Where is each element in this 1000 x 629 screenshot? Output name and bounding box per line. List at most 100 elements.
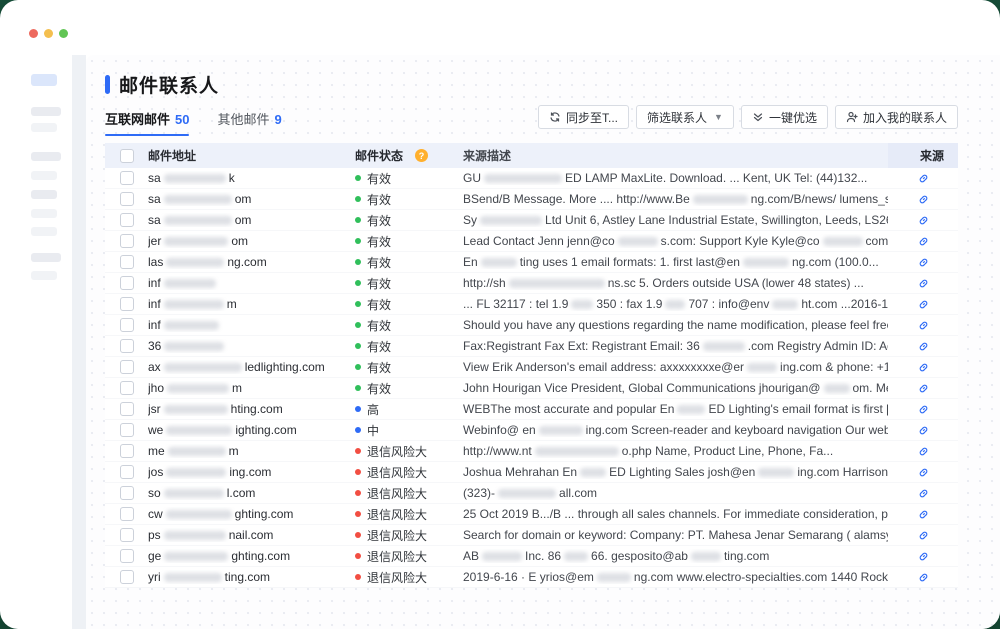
source-link-icon[interactable] [917,403,930,416]
row-checkbox[interactable] [120,234,134,248]
header-status: 邮件状态 ? [355,147,463,164]
source-link-icon[interactable] [917,550,930,563]
sidebar-nav-item[interactable] [31,253,61,262]
status-label: 有效 [367,170,391,187]
sidebar-nav-item[interactable] [31,123,57,132]
row-checkbox[interactable] [120,360,134,374]
email-status: 高 [355,401,463,418]
sidebar-nav-item[interactable] [31,171,57,180]
row-checkbox[interactable] [120,528,134,542]
sidebar-nav-item[interactable] [31,190,57,199]
page-title: 邮件联系人 [105,71,219,98]
table-body: sak 有效 GUED LAMP MaxLite. Download. ... Ke… [105,168,958,588]
email-address: yriting.com [148,570,355,584]
table-row: inf有效Should you have any questions regar… [105,315,958,336]
source-link-icon[interactable] [917,172,930,185]
sidebar-nav-item[interactable] [31,227,57,236]
source-description: BSend/B Message. More .... http://www.Be… [463,192,888,206]
source-link-icon[interactable] [917,571,930,584]
email-status: 有效 [355,233,463,250]
filter-contacts-button[interactable]: 筛选联系人 ▼ [636,105,734,129]
table-row: geghting.com退信风险大ABInc. 8666. gesposito@… [105,546,958,567]
source-link-icon[interactable] [917,277,930,290]
email-address: geghting.com [148,549,355,563]
source-description: John Hourigan Vice President, Global Com… [463,381,888,395]
row-checkbox[interactable] [120,255,134,269]
one-click-optimize-button[interactable]: 一键优选 [741,105,828,129]
source-description: Lead Contact Jenn jenn@cos.com: Support … [463,234,888,248]
header-email: 邮件地址 [148,147,355,164]
email-status: 有效 [355,359,463,376]
sync-button[interactable]: 同步至T... [538,105,629,129]
source-link-icon[interactable] [917,445,930,458]
source-link-icon[interactable] [917,256,930,269]
source-cell [888,466,958,479]
status-dot [355,427,361,433]
email-status: 退信风险大 [355,548,463,565]
row-checkbox[interactable] [120,171,134,185]
row-checkbox[interactable] [120,381,134,395]
email-address: axledlighting.com [148,360,355,374]
row-checkbox[interactable] [120,213,134,227]
status-help-icon[interactable]: ? [415,149,428,162]
row-checkbox[interactable] [120,276,134,290]
source-description: http://shns.sc 5. Orders outside USA (lo… [463,276,888,290]
zoom-button[interactable] [59,29,68,38]
email-status: 退信风险大 [355,569,463,586]
minimize-button[interactable] [44,29,53,38]
source-link-icon[interactable] [917,424,930,437]
close-button[interactable] [29,29,38,38]
sidebar-nav-item[interactable] [31,152,61,161]
row-checkbox[interactable] [120,192,134,206]
source-cell [888,361,958,374]
source-link-icon[interactable] [917,508,930,521]
source-link-icon[interactable] [917,361,930,374]
source-link-icon[interactable] [917,382,930,395]
sidebar-nav-item[interactable] [31,74,57,86]
add-to-my-contacts-button[interactable]: 加入我的联系人 [835,105,958,129]
source-description: Search for domain or keyword: Company: P… [463,528,888,542]
tab-other-mail[interactable]: 其他邮件9 [217,109,281,136]
table-row: axledlighting.com有效View Erik Anderson's … [105,357,958,378]
source-cell [888,298,958,311]
status-dot [355,175,361,181]
row-checkbox[interactable] [120,339,134,353]
row-checkbox[interactable] [120,549,134,563]
source-link-icon[interactable] [917,193,930,206]
sidebar-nav-item[interactable] [31,107,61,116]
source-cell [888,508,958,521]
sidebar-nav-item[interactable] [31,209,57,218]
row-checkbox[interactable] [120,486,134,500]
row-checkbox[interactable] [120,297,134,311]
source-link-icon[interactable] [917,319,930,332]
source-link-icon[interactable] [917,214,930,227]
status-dot [355,301,361,307]
row-checkbox[interactable] [120,423,134,437]
select-all-checkbox[interactable] [120,149,134,163]
row-checkbox[interactable] [120,570,134,584]
table-row: sak 有效 GUED LAMP MaxLite. Download. ... Ke… [105,168,958,189]
status-label: 退信风险大 [367,569,427,586]
source-description: GUED LAMP MaxLite. Download. ... Kent, U… [463,171,888,185]
app-window: 邮件联系人 互联网邮件50 其他邮件9 同步至T... 筛选联系人 ▼ [0,0,1000,629]
sidebar-nav-item[interactable] [31,271,57,280]
source-link-icon[interactable] [917,466,930,479]
source-cell [888,340,958,353]
row-checkbox[interactable] [120,444,134,458]
tab-internet-mail[interactable]: 互联网邮件50 [105,109,189,136]
status-dot [355,217,361,223]
row-checkbox[interactable] [120,465,134,479]
row-checkbox[interactable] [120,507,134,521]
source-link-icon[interactable] [917,340,930,353]
status-dot [355,448,361,454]
source-description: ... FL 32117 : tel 1.9350 : fax 1.9707 :… [463,297,888,311]
source-link-icon[interactable] [917,529,930,542]
source-link-icon[interactable] [917,298,930,311]
source-cell [888,382,958,395]
email-address: sak [148,171,355,185]
source-link-icon[interactable] [917,235,930,248]
source-cell [888,403,958,416]
row-checkbox[interactable] [120,402,134,416]
row-checkbox[interactable] [120,318,134,332]
source-link-icon[interactable] [917,487,930,500]
